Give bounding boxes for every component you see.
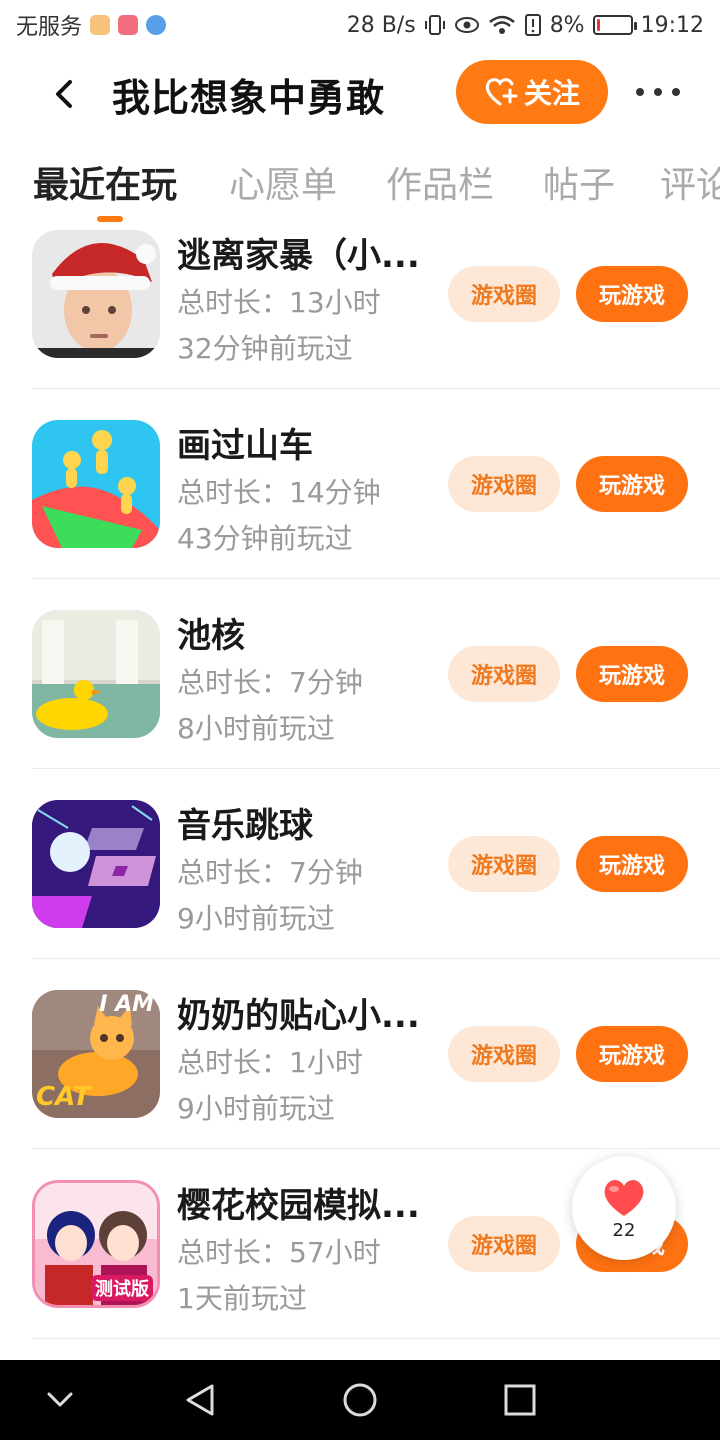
test-version-badge: 测试版 xyxy=(91,1275,153,1301)
status-bar: 无服务 28 B/s 8% 19:12 xyxy=(0,0,720,50)
game-icon xyxy=(32,230,160,358)
game-last-played: 32分钟前玩过 xyxy=(177,332,353,365)
game-row[interactable]: 音乐跳球 总时长：7分钟 9小时前玩过 游戏圈 玩游戏 xyxy=(0,770,720,960)
network-speed: 28 B/s xyxy=(346,12,416,38)
escape-game-icon xyxy=(32,230,160,358)
game-name: 奶奶的贴心小... xyxy=(177,996,420,1036)
row-divider xyxy=(32,388,720,389)
game-last-played: 8小时前玩过 xyxy=(177,712,335,745)
like-button[interactable]: 22 xyxy=(572,1156,676,1260)
game-name: 音乐跳球 xyxy=(177,806,313,846)
game-row[interactable]: 逃离家暴（小... 总时长：13小时 32分钟前玩过 游戏圈 玩游戏 xyxy=(0,200,720,390)
more-options-button[interactable] xyxy=(636,74,680,110)
row-divider xyxy=(32,1338,720,1339)
game-name: 画过山车 xyxy=(177,426,313,466)
mail-notification-icon xyxy=(118,15,139,35)
pool-game-icon xyxy=(32,610,160,738)
triangle-back-icon xyxy=(186,1384,214,1416)
more-dot-icon xyxy=(636,88,644,96)
game-icon xyxy=(32,420,160,548)
game-icon xyxy=(32,800,160,928)
follow-label: 关注 xyxy=(523,77,580,110)
game-name: 池核 xyxy=(177,616,245,656)
battery-fill xyxy=(596,19,600,31)
clock: 19:12 xyxy=(640,12,704,38)
game-name: 樱花校园模拟... xyxy=(177,1186,420,1226)
game-duration: 总时长：7分钟 xyxy=(177,666,363,699)
play-game-button[interactable]: 玩游戏 xyxy=(576,1026,688,1082)
game-name: 逃离家暴（小... xyxy=(177,236,420,276)
back-button[interactable] xyxy=(44,74,84,114)
cat-logo-top: I AM xyxy=(99,992,154,1017)
square-recents-icon xyxy=(504,1384,536,1416)
browser-notification-icon xyxy=(146,15,167,35)
game-row[interactable]: 池核 总时长：7分钟 8小时前玩过 游戏圈 玩游戏 xyxy=(0,580,720,770)
game-row[interactable]: 画过山车 总时长：14分钟 43分钟前玩过 游戏圈 玩游戏 xyxy=(0,390,720,580)
status-left: 无服务 xyxy=(16,9,167,41)
roller-coaster-icon xyxy=(32,420,160,548)
vibrate-icon xyxy=(424,15,445,35)
carrier-text: 无服务 xyxy=(16,15,83,40)
sim-alert-icon xyxy=(524,14,541,36)
game-duration: 总时长：14分钟 xyxy=(177,476,381,509)
nav-back-button[interactable] xyxy=(180,1380,220,1420)
game-icon: I AM CAT xyxy=(32,990,160,1118)
game-circle-button[interactable]: 游戏圈 xyxy=(448,1216,560,1272)
circle-home-icon xyxy=(343,1383,377,1417)
game-duration: 总时长：1小时 xyxy=(177,1046,363,1079)
game-last-played: 9小时前玩过 xyxy=(177,1092,335,1125)
page-title: 我比想象中勇敢 xyxy=(112,75,386,120)
game-circle-button[interactable]: 游戏圈 xyxy=(448,646,560,702)
app-notification-icon xyxy=(90,15,111,35)
chevron-down-icon xyxy=(47,1392,73,1407)
more-dot-icon xyxy=(654,88,662,96)
row-divider xyxy=(32,1148,720,1149)
game-duration: 总时长：13小时 xyxy=(177,286,381,319)
collapse-nav-button[interactable] xyxy=(40,1380,80,1420)
follow-button[interactable]: 关注 xyxy=(456,60,608,124)
battery-percent: 8% xyxy=(549,12,585,38)
battery-icon xyxy=(592,15,637,35)
status-right: 28 B/s 8% 19:12 xyxy=(347,13,704,38)
play-game-button[interactable]: 玩游戏 xyxy=(576,266,688,322)
row-divider xyxy=(32,768,720,769)
game-last-played: 9小时前玩过 xyxy=(177,902,335,935)
wifi-icon xyxy=(488,15,515,34)
game-last-played: 1天前玩过 xyxy=(177,1282,307,1315)
system-nav-bar xyxy=(0,1360,720,1440)
nav-home-button[interactable] xyxy=(340,1380,380,1420)
back-arrow-icon xyxy=(56,80,72,108)
row-divider xyxy=(32,958,720,959)
eye-icon xyxy=(454,17,479,33)
like-count: 22 xyxy=(612,1219,636,1241)
play-game-button[interactable]: 玩游戏 xyxy=(576,456,688,512)
play-game-button[interactable]: 玩游戏 xyxy=(576,646,688,702)
music-ball-icon xyxy=(32,800,160,928)
game-circle-button[interactable]: 游戏圈 xyxy=(448,1026,560,1082)
cat-logo-bottom: CAT xyxy=(36,1082,91,1112)
game-circle-button[interactable]: 游戏圈 xyxy=(448,456,560,512)
game-duration: 总时长：7分钟 xyxy=(177,856,363,889)
row-divider xyxy=(32,578,720,579)
game-circle-button[interactable]: 游戏圈 xyxy=(448,836,560,892)
more-dot-icon xyxy=(672,88,680,96)
nav-recents-button[interactable] xyxy=(500,1380,540,1420)
game-icon: 测试版 xyxy=(32,1180,160,1308)
play-game-button[interactable]: 玩游戏 xyxy=(576,836,688,892)
game-circle-button[interactable]: 游戏圈 xyxy=(448,266,560,322)
game-icon xyxy=(32,610,160,738)
game-duration: 总时长：57小时 xyxy=(177,1236,381,1269)
header: 我比想象中勇敢 关注 xyxy=(0,54,720,134)
heart-plus-icon xyxy=(485,78,518,106)
game-row[interactable]: I AM CAT 奶奶的贴心小... 总时长：1小时 9小时前玩过 游戏圈 玩游… xyxy=(0,960,720,1150)
game-last-played: 43分钟前玩过 xyxy=(177,522,353,555)
heart-icon xyxy=(604,1179,644,1216)
